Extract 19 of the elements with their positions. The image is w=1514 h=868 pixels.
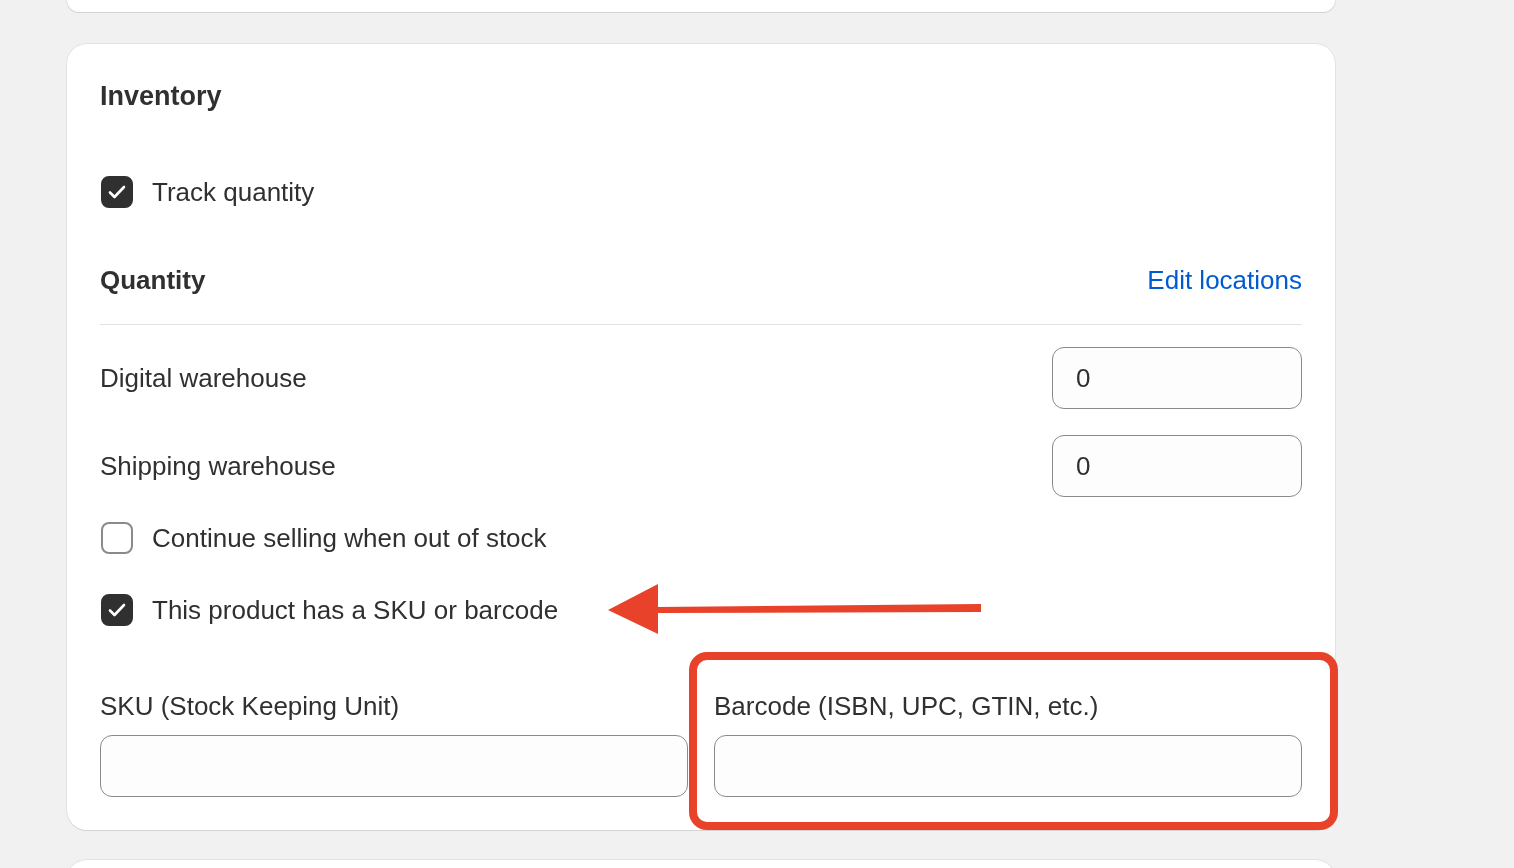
checkbox-label: This product has a SKU or barcode [152,594,559,626]
location-name: Shipping warehouse [100,450,336,482]
input-field[interactable] [100,735,688,797]
location-name: Digital warehouse [100,362,307,394]
checkbox[interactable] [101,594,133,626]
edit-locations-link[interactable]: Edit locations [1147,264,1302,296]
checkbox-label: Continue selling when out of stock [152,522,547,554]
input-field[interactable] [714,735,1302,797]
section-title: Inventory [100,80,223,113]
quantity-input[interactable]: 0 [1052,435,1302,497]
quantity-input[interactable]: 0 [1052,347,1302,409]
check-icon [108,185,126,199]
checkbox[interactable] [101,522,133,554]
field-label: SKU (Stock Keeping Unit) [100,691,401,721]
checkbox-label: Track quantity [152,176,315,208]
quantity-heading: Quantity [100,264,206,296]
check-icon [108,603,126,617]
checkbox[interactable] [101,176,133,208]
field-label: Barcode (ISBN, UPC, GTIN, etc.) [714,691,1100,721]
